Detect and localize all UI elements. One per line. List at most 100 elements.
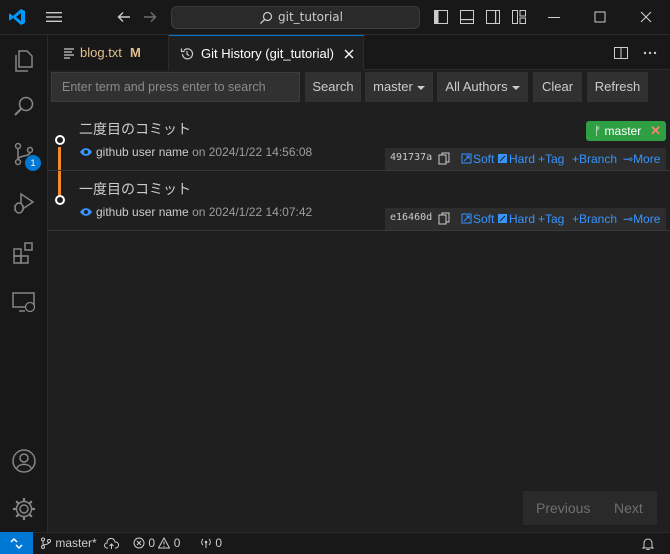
- chevron-down-icon: [416, 85, 425, 90]
- refresh-button[interactable]: Refresh: [587, 72, 648, 102]
- hard-reset-icon: [498, 214, 507, 223]
- modified-indicator: M: [130, 45, 141, 60]
- command-center-text: git_tutorial: [278, 10, 343, 24]
- error-icon: [133, 537, 145, 549]
- close-icon[interactable]: [638, 9, 654, 25]
- maximize-icon[interactable]: [592, 9, 608, 25]
- commit-author[interactable]: github user name: [96, 145, 189, 159]
- branch-status[interactable]: master*: [40, 536, 97, 550]
- branch-badge-label: master: [604, 124, 642, 138]
- activity-run-debug[interactable]: [0, 180, 48, 224]
- arrow-right-icon[interactable]: [141, 8, 159, 26]
- hard-reset-link[interactable]: Hard: [497, 152, 535, 166]
- branch-badge[interactable]: ᚠ master ✕: [586, 121, 666, 141]
- vscode-logo-icon: [9, 9, 25, 25]
- hard-reset-label: Hard: [509, 152, 536, 166]
- commit-icon: ⊸: [623, 152, 634, 166]
- split-editor-icon[interactable]: [613, 45, 629, 61]
- more-label: More: [633, 212, 661, 226]
- add-branch-link[interactable]: +Branch: [572, 212, 617, 226]
- authors-dropdown[interactable]: All Authors: [437, 72, 528, 102]
- cloud-sync-icon[interactable]: [104, 538, 119, 550]
- soft-reset-link[interactable]: Soft: [461, 212, 494, 226]
- remote-indicator[interactable]: [0, 532, 33, 554]
- previous-button[interactable]: Previous: [536, 500, 590, 516]
- remote-explorer-icon: [12, 292, 36, 313]
- more-link[interactable]: ⊸More: [623, 152, 660, 166]
- toggle-primary-sidebar-icon[interactable]: [433, 9, 449, 25]
- activity-extensions[interactable]: [0, 230, 48, 274]
- eye-icon[interactable]: [79, 147, 93, 157]
- toggle-secondary-sidebar-icon[interactable]: [485, 9, 501, 25]
- soft-reset-icon: [461, 153, 472, 164]
- commit-hash[interactable]: 491737a: [390, 152, 432, 163]
- hard-reset-link[interactable]: Hard: [497, 212, 535, 226]
- title-bar: git_tutorial: [0, 0, 670, 35]
- add-branch-link[interactable]: +Branch: [572, 152, 617, 166]
- tab-git-history[interactable]: Git History (git_tutorial): [169, 35, 364, 71]
- next-button[interactable]: Next: [614, 500, 643, 516]
- pagination: Previous Next: [523, 491, 657, 525]
- editor-tab-bar: blog.txt M Git History (git_tutorial): [48, 35, 670, 71]
- commit-node: [55, 195, 65, 205]
- ports-status[interactable]: 0: [200, 536, 222, 550]
- soft-reset-link[interactable]: Soft: [461, 152, 494, 166]
- history-toolbar: Search master All Authors Clear Refresh: [48, 70, 670, 106]
- commit-author[interactable]: github user name: [96, 205, 189, 219]
- arrow-left-icon[interactable]: [115, 8, 133, 26]
- eye-icon[interactable]: [79, 207, 93, 217]
- command-center-search[interactable]: git_tutorial: [171, 6, 420, 29]
- soft-reset-label: Soft: [473, 212, 495, 226]
- run-debug-icon: [14, 192, 35, 214]
- git-branch-icon: [41, 537, 51, 549]
- scm-badge: 1: [25, 155, 41, 171]
- search-input[interactable]: [51, 72, 300, 102]
- activity-manage[interactable]: [0, 486, 48, 530]
- tab-blog-txt[interactable]: blog.txt M: [48, 35, 169, 70]
- commit-meta: github user name on 2024/1/22 14:07:42: [79, 205, 312, 219]
- minimize-icon[interactable]: [546, 9, 562, 25]
- branch-dropdown[interactable]: master: [365, 72, 433, 102]
- close-icon[interactable]: [342, 47, 356, 61]
- remove-branch-icon[interactable]: ✕: [650, 121, 661, 141]
- menu-icon[interactable]: [44, 9, 64, 25]
- activity-explorer[interactable]: [0, 38, 48, 82]
- more-link[interactable]: ⊸More: [623, 212, 660, 226]
- authors-dropdown-label: All Authors: [445, 79, 508, 94]
- commit-date: on 2024/1/22 14:07:42: [192, 205, 313, 219]
- error-count: 0: [148, 536, 156, 550]
- broadcast-icon: [201, 538, 211, 548]
- search-icon: [260, 11, 273, 24]
- more-label: More: [633, 152, 661, 166]
- commit-message[interactable]: 二度目のコミット: [79, 119, 191, 139]
- notifications-bell-icon[interactable]: [641, 537, 655, 551]
- activity-search[interactable]: [0, 84, 48, 128]
- commit-meta: github user name on 2024/1/22 14:56:08: [79, 145, 312, 159]
- manage-gear-icon: [13, 498, 35, 520]
- copy-hash-icon[interactable]: [438, 212, 450, 225]
- customize-layout-icon[interactable]: [511, 9, 527, 25]
- activity-accounts[interactable]: [0, 438, 48, 482]
- add-tag-link[interactable]: +Tag: [538, 212, 564, 226]
- copy-hash-icon[interactable]: [438, 152, 450, 165]
- ports-count: 0: [215, 536, 223, 550]
- hard-reset-label: Hard: [509, 212, 536, 226]
- extensions-icon: [13, 242, 33, 264]
- git-history-view: Search master All Authors Clear Refresh …: [48, 70, 670, 532]
- problems-status[interactable]: 0 0: [133, 536, 180, 550]
- toggle-panel-icon[interactable]: [459, 9, 475, 25]
- commit-node: [55, 135, 65, 145]
- remote-icon: [10, 537, 23, 550]
- activity-source-control[interactable]: [0, 131, 48, 175]
- commit-hash[interactable]: e16460d: [390, 212, 432, 223]
- tab-label: blog.txt: [80, 45, 122, 60]
- activity-bar: 1: [0, 35, 48, 532]
- commit-message[interactable]: 一度目のコミット: [79, 179, 191, 199]
- add-tag-link[interactable]: +Tag: [538, 152, 564, 166]
- search-button[interactable]: Search: [305, 72, 361, 102]
- hard-reset-icon: [498, 154, 507, 163]
- more-actions-icon[interactable]: [642, 45, 658, 61]
- activity-remote-explorer[interactable]: [0, 279, 48, 323]
- clear-button[interactable]: Clear: [533, 72, 582, 102]
- text-file-icon: [64, 48, 74, 59]
